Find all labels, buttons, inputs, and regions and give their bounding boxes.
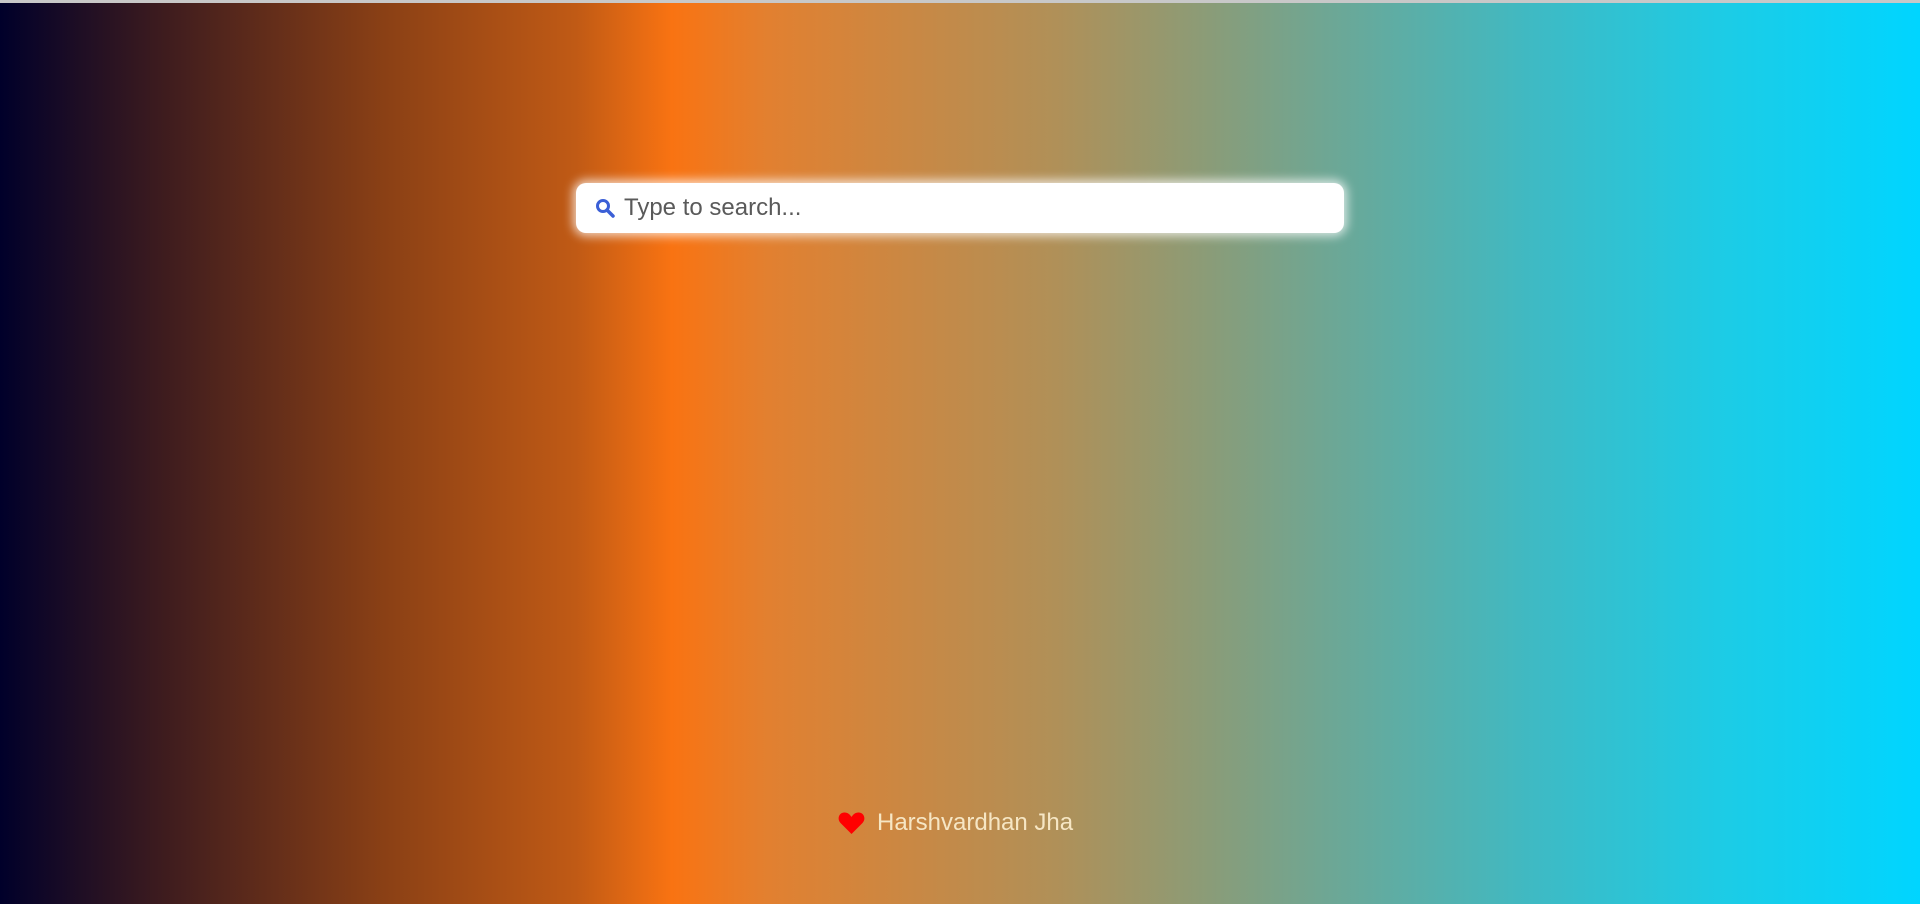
footer-credit: Harshvardhan Jha [838,809,1073,837]
gradient-background: Harshvardhan Jha [0,3,1920,904]
heart-icon [838,810,865,837]
search-bar[interactable] [576,183,1344,233]
search-input[interactable] [624,188,1344,228]
search-icon [594,197,616,219]
author-name: Harshvardhan Jha [877,809,1074,836]
